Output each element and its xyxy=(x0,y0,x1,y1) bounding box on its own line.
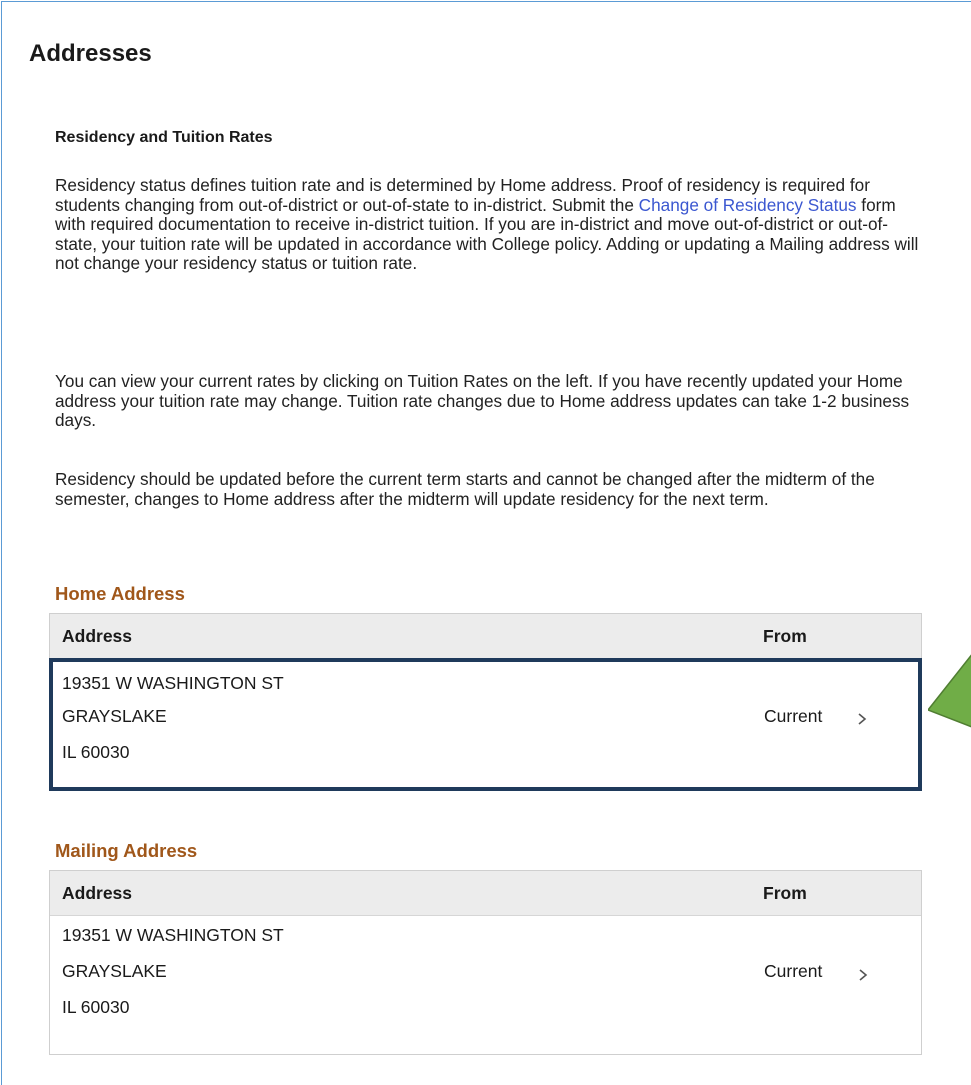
mailing-address-row[interactable]: 19351 W WASHINGTON ST GRAYSLAKE IL 60030… xyxy=(50,916,921,1054)
residency-heading: Residency and Tuition Rates xyxy=(55,129,273,146)
table-header: Address From xyxy=(49,613,922,658)
home-address-title: Home Address xyxy=(55,583,185,604)
home-address-row[interactable]: 19351 W WASHINGTON ST GRAYSLAKE IL 60030… xyxy=(49,658,922,791)
chevron-right-icon xyxy=(858,713,867,725)
mailing-address-table: Address From 19351 W WASHINGTON ST GRAYS… xyxy=(49,870,922,1055)
address-line-1: 19351 W WASHINGTON ST xyxy=(62,673,284,693)
address-line-3: IL 60030 xyxy=(62,997,130,1017)
from-value: Current xyxy=(764,706,823,726)
column-header-from: From xyxy=(763,626,807,646)
change-of-residency-status-link[interactable]: Change of Residency Status xyxy=(639,195,857,215)
residency-paragraph-1: Residency status defines tuition rate an… xyxy=(55,175,930,274)
column-header-address: Address xyxy=(62,883,133,903)
address-line-3: IL 60030 xyxy=(62,742,130,762)
page-title: Addresses xyxy=(29,40,152,67)
address-line-1: 19351 W WASHINGTON ST xyxy=(62,925,284,945)
home-address-table: Address From 19351 W WASHINGTON ST GRAYS… xyxy=(49,613,922,858)
from-value: Current xyxy=(764,961,823,981)
residency-paragraph-2: You can view your current rates by click… xyxy=(55,371,910,430)
table-header: Address From xyxy=(50,871,921,916)
column-header-from: From xyxy=(763,883,807,903)
residency-paragraph-3: Residency should be updated before the c… xyxy=(55,469,875,509)
address-line-2: GRAYSLAKE xyxy=(62,706,167,726)
column-header-address: Address xyxy=(62,626,133,646)
address-line-2: GRAYSLAKE xyxy=(62,961,167,981)
green-arrow-icon xyxy=(928,654,971,728)
mailing-address-title: Mailing Address xyxy=(55,840,198,861)
chevron-right-icon xyxy=(859,969,868,981)
